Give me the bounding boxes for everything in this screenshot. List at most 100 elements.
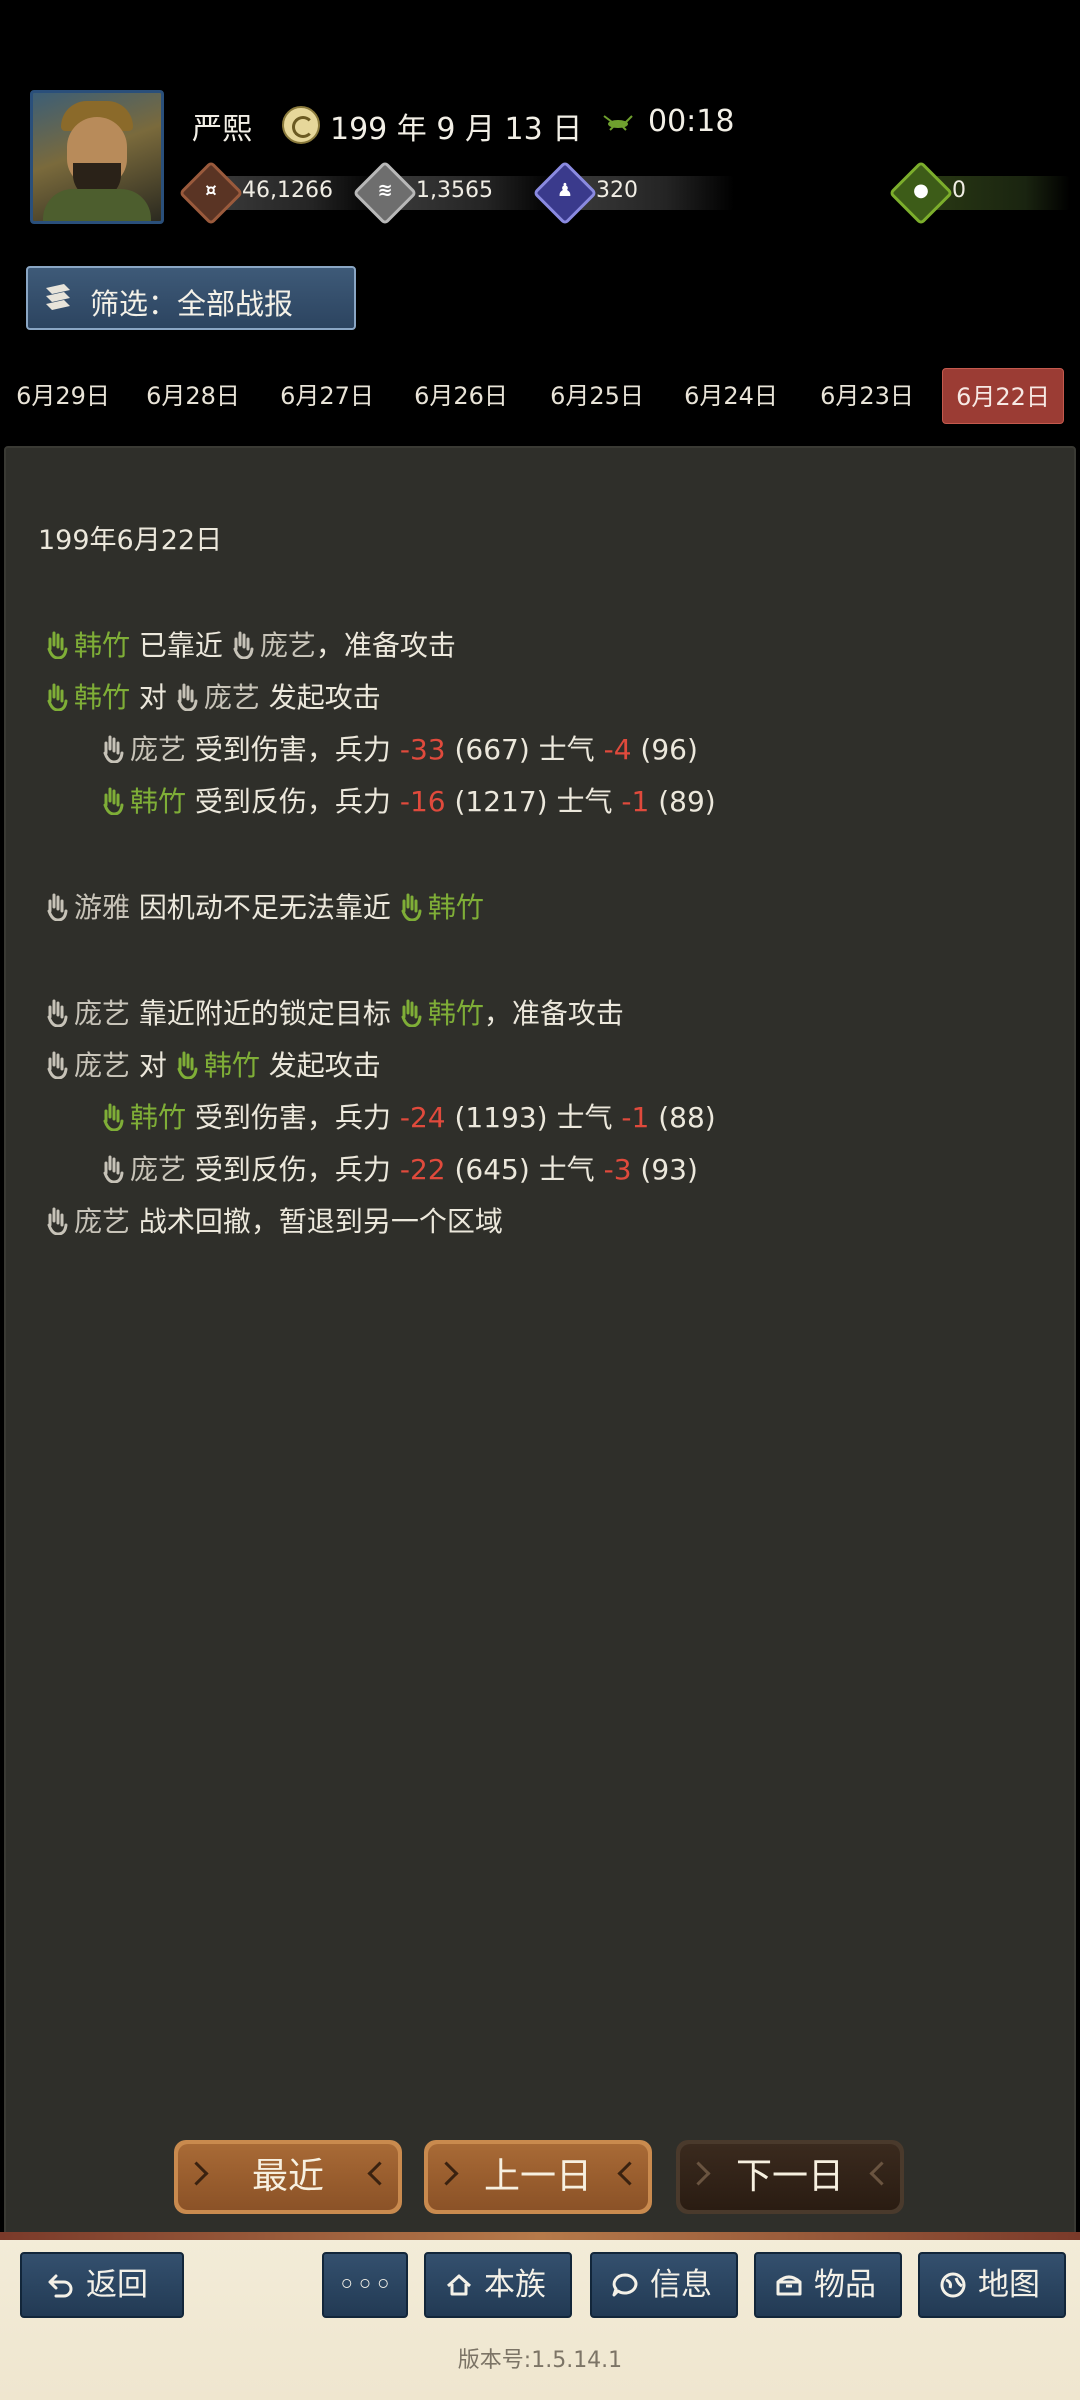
- unit-name[interactable]: 韩竹: [74, 681, 130, 714]
- tab-date-active[interactable]: 6月22日: [942, 368, 1064, 424]
- unit-name[interactable]: 韩竹: [204, 1049, 260, 1082]
- player-name: 严熙: [192, 112, 252, 147]
- version-label: 版本号:1.5.14.1: [457, 2348, 623, 2373]
- morale-loss: -1: [621, 1101, 650, 1134]
- hand-icon: [103, 787, 124, 815]
- log-text: (88): [658, 1101, 716, 1134]
- log-text: 受到反伤，兵力: [194, 1153, 391, 1186]
- log-line: 庞艺 受到反伤，兵力 -22 (645) 士气 -3 (93): [102, 1144, 698, 1196]
- morale-loss: -1: [621, 785, 650, 818]
- troop-loss: -24: [399, 1101, 446, 1134]
- log-line: 韩竹 对 庞艺 发起攻击: [46, 672, 381, 724]
- back-button[interactable]: 返回: [20, 2252, 184, 2318]
- info-button[interactable]: 信息: [590, 2252, 738, 2318]
- tab-date[interactable]: 6月28日: [130, 368, 256, 424]
- filter-button[interactable]: 筛选：全部战报: [26, 266, 356, 330]
- undo-arrow-icon: [48, 2274, 73, 2298]
- tab-date[interactable]: 6月26日: [398, 368, 524, 424]
- hand-icon: [47, 893, 68, 921]
- unit-name[interactable]: 庞艺: [260, 629, 316, 662]
- hand-icon: [47, 631, 68, 659]
- previous-day-label: 上一日: [428, 2144, 648, 2210]
- unit-name[interactable]: 韩竹: [130, 1101, 186, 1134]
- unit-name[interactable]: 游雅: [74, 891, 130, 924]
- map-label: 地图: [978, 2267, 1040, 2303]
- unit-name[interactable]: 韩竹: [428, 891, 484, 924]
- more-dots-icon: ◦◦◦: [337, 2267, 393, 2303]
- hand-icon: [47, 1207, 68, 1235]
- pouch-icon: ●: [913, 180, 929, 201]
- unit-name[interactable]: 庞艺: [130, 1153, 186, 1186]
- soldier-icon: ♟: [556, 180, 574, 201]
- log-line: 韩竹 受到反伤，兵力 -16 (1217) 士气 -1 (89): [102, 776, 716, 828]
- unit-name[interactable]: 庞艺: [204, 681, 260, 714]
- map-button[interactable]: 地图: [918, 2252, 1066, 2318]
- hand-icon: [177, 1051, 198, 1079]
- battle-log-panel[interactable]: 199年6月22日 韩竹 已靠近 庞艺，准备攻击 韩竹 对 庞艺 发起攻击 庞艺…: [4, 446, 1076, 2236]
- log-text: 发起攻击: [268, 1049, 381, 1082]
- special-value: 0: [952, 178, 966, 203]
- log-line: 游雅 因机动不足无法靠近 韩竹: [46, 882, 484, 934]
- unit-name[interactable]: 庞艺: [74, 1205, 130, 1238]
- unit-name[interactable]: 韩竹: [74, 629, 130, 662]
- hand-icon: [233, 631, 254, 659]
- log-text: 已靠近: [138, 629, 223, 662]
- filter-label: 筛选：全部战报: [90, 287, 294, 321]
- log-text: (93): [640, 1153, 698, 1186]
- hand-icon: [47, 999, 68, 1027]
- tab-date[interactable]: 6月23日: [804, 368, 930, 424]
- unit-name[interactable]: 庞艺: [74, 1049, 130, 1082]
- cricket-icon: [603, 115, 633, 131]
- log-text: ，准备攻击: [483, 997, 624, 1030]
- grain-icon: ≋: [377, 180, 393, 201]
- more-button[interactable]: ◦◦◦: [322, 2252, 408, 2318]
- tab-date[interactable]: 6月24日: [668, 368, 794, 424]
- items-button[interactable]: 物品: [754, 2252, 902, 2318]
- log-line: 庞艺 靠近附近的锁定目标 韩竹，准备攻击: [46, 988, 624, 1040]
- log-text: 靠近附近的锁定目标: [138, 997, 391, 1030]
- log-text: (645) 士气: [454, 1153, 595, 1186]
- morale-loss: -3: [603, 1153, 632, 1186]
- tab-date[interactable]: 6月27日: [264, 368, 390, 424]
- bottom-navigation: 返回 ◦◦◦ 本族 信息 物品 地图 版本号:1.5.14.1: [0, 2232, 1080, 2400]
- info-label: 信息: [650, 2267, 712, 2303]
- hand-icon: [103, 1155, 124, 1183]
- troop-loss: -22: [399, 1153, 446, 1186]
- avatar[interactable]: [30, 90, 164, 224]
- next-day-label: 下一日: [680, 2144, 900, 2210]
- log-text: 受到伤害，兵力: [194, 1101, 391, 1134]
- log-text: 受到伤害，兵力: [194, 733, 391, 766]
- coin-icon: ¤: [205, 180, 217, 201]
- tab-date[interactable]: 6月29日: [0, 368, 126, 424]
- next-day-button[interactable]: 下一日: [676, 2140, 904, 2214]
- morale-loss: -4: [603, 733, 632, 766]
- hand-icon: [103, 735, 124, 763]
- house-icon: [446, 2274, 472, 2296]
- log-line: 庞艺 对 韩竹 发起攻击: [46, 1040, 381, 1092]
- recent-button[interactable]: 最近: [174, 2140, 402, 2214]
- unit-name[interactable]: 韩竹: [130, 785, 186, 818]
- previous-day-button[interactable]: 上一日: [424, 2140, 652, 2214]
- unit-name[interactable]: 庞艺: [130, 733, 186, 766]
- clan-button[interactable]: 本族: [424, 2252, 572, 2318]
- hand-icon: [47, 1051, 68, 1079]
- gold-value: 46,1266: [242, 178, 333, 203]
- troop-loss: -33: [399, 733, 446, 766]
- log-line: 韩竹 受到伤害，兵力 -24 (1193) 士气 -1 (88): [102, 1092, 716, 1144]
- unit-name[interactable]: 庞艺: [74, 997, 130, 1030]
- tab-date[interactable]: 6月25日: [534, 368, 660, 424]
- back-label: 返回: [86, 2267, 148, 2303]
- log-text: 对: [138, 1049, 167, 1082]
- clan-label: 本族: [484, 2267, 546, 2303]
- log-text: (89): [658, 785, 716, 818]
- log-text: 受到反伤，兵力: [194, 785, 391, 818]
- unit-name[interactable]: 韩竹: [428, 997, 484, 1030]
- log-line: 庞艺 战术回撤，暂退到另一个区域: [46, 1196, 503, 1248]
- log-text: (667) 士气: [454, 733, 595, 766]
- calendar-coin-icon: [282, 106, 320, 144]
- header: 严熙 199 年 9 月 13 日 00:18 ¤ 46,1266 ≋ 1,35…: [0, 0, 1080, 370]
- log-text: (1217) 士气: [454, 785, 613, 818]
- date-tabs: 6月29日 6月28日 6月27日 6月26日 6月25日 6月24日 6月23…: [0, 368, 1080, 424]
- log-text: 发起攻击: [268, 681, 381, 714]
- game-time: 00:18: [648, 104, 735, 139]
